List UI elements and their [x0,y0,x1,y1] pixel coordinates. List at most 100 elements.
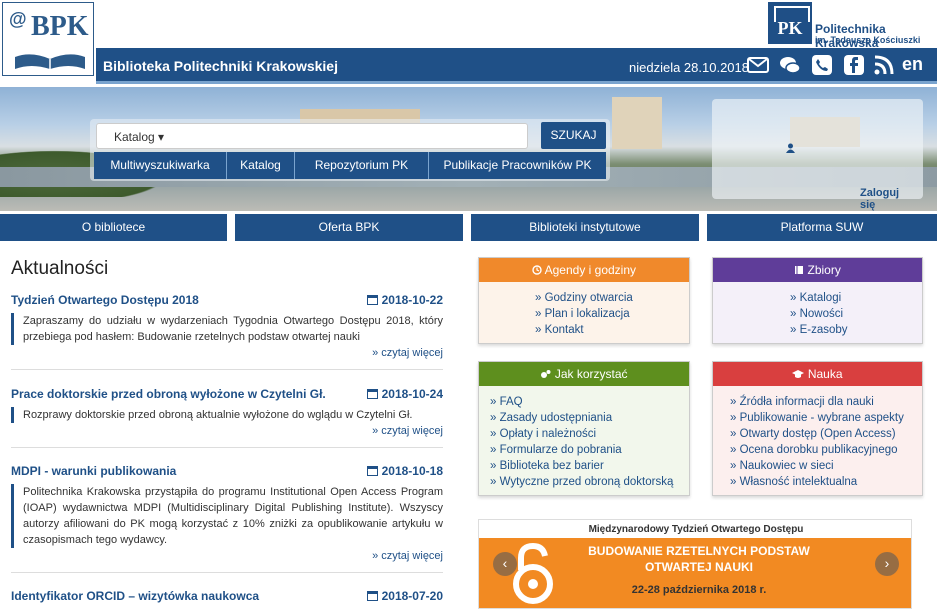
facebook-icon[interactable] [842,53,866,77]
panel-link[interactable]: » Nowości [790,306,922,322]
chat-icon[interactable] [778,53,802,77]
panel-link[interactable]: » Publikowanie - wybrane aspekty [730,410,922,426]
panel-link[interactable]: » Opłaty i należności [490,426,689,442]
read-more-link[interactable]: » czytaj więcej [372,425,443,437]
panel-link[interactable]: » Źródła informacji dla nauki [730,394,922,410]
panel-zbiory-title: Zbiory [807,263,841,277]
panel-nauka-title: Nauka [807,367,843,381]
news-date-value: 2018-10-24 [381,387,443,401]
pk-subtitle: im. Tadeusza Kościuszki [815,35,921,45]
news-date: 2018-10-18 [367,464,443,478]
news-date-value: 2018-10-22 [381,293,443,307]
logo-at: @ [9,9,27,29]
pk-logo[interactable]: PK [768,2,812,44]
tab-multiwyszukiwarka[interactable]: Multiwyszukiwarka [94,152,227,179]
user-icon [786,143,795,153]
hero-panorama: Katalog ▾ SZUKAJ Multiwyszukiwarka Katal… [0,87,937,211]
news-date: 2018-07-20 [367,589,443,603]
panel-link[interactable]: » Wytyczne przed obroną doktorską [490,474,689,490]
carousel-next-button[interactable]: › [875,552,899,576]
news-body: Rozprawy doktorskie przed obroną aktualn… [11,407,443,423]
news-title[interactable]: MDPI - warunki publikowania [11,464,176,478]
language-switch-en[interactable]: en [902,54,923,75]
search-button[interactable]: SZUKAJ [541,122,606,149]
search-scope-select[interactable]: Katalog ▾ [114,130,164,144]
cogs-icon [541,370,551,378]
news-body: Politechnika Krakowska przystąpiła do pr… [11,484,443,548]
book-icon [795,266,804,274]
nav-oferta[interactable]: Oferta BPK [235,214,463,241]
panel-link[interactable]: » Kontakt [535,322,689,338]
title-bar: Biblioteka Politechniki Krakowskiej nied… [96,48,937,84]
tab-repozytorium[interactable]: Repozytorium PK [295,152,429,179]
news-item: Tydzień Otwartego Dostępu 2018 2018-10-2… [11,293,443,373]
panel-link[interactable]: » Naukowiec w sieci [730,458,922,474]
tab-publikacje[interactable]: Publikacje Pracowników PK [429,152,606,179]
panel-link[interactable]: » Godziny otwarcia [535,290,689,306]
news-body: Zapraszamy do udziału w wydarzeniach Tyg… [11,313,443,345]
panel-link[interactable]: » Formularze do pobrania [490,442,689,458]
graduation-cap-icon [792,370,805,378]
news-date: 2018-10-24 [367,387,443,401]
panel-link[interactable]: » FAQ [490,394,689,410]
news-date-value: 2018-07-20 [381,589,443,603]
panel-jak-header: Jak korzystać [479,362,689,386]
panel-link[interactable]: » Własność intelektualna [730,474,922,490]
news-title[interactable]: Identyfikator ORCID – wizytówka naukowca [11,589,259,603]
news-date-value: 2018-10-18 [381,464,443,478]
panel-nauka-header: Nauka [713,362,922,386]
panel-link[interactable]: » E-zasoby [790,322,922,338]
open-access-lock-icon [513,542,553,604]
news-title[interactable]: Prace doktorskie przed obroną wyłożone w… [11,387,326,401]
header: @ BPK PK Politechnika Krakowska im. Tade… [0,0,937,84]
panel-link[interactable]: » Katalogi [790,290,922,306]
search-input[interactable]: Katalog ▾ [96,123,528,149]
calendar-icon [367,295,379,305]
panel-link[interactable]: » Otwarty dostęp (Open Access) [730,426,922,442]
clock-icon [532,265,542,275]
panel-nauka: Nauka » Źródła informacji dla nauki » Pu… [712,361,923,496]
divider [11,369,443,370]
nav-biblioteki[interactable]: Biblioteki instytutowe [471,214,699,241]
panel-zbiory: Zbiory » Katalogi » Nowości » E-zasoby [712,257,923,344]
open-book-icon [15,54,85,69]
divider [11,447,443,448]
nav-platforma-suw[interactable]: Platforma SUW [707,214,937,241]
banner-dates: 22-28 października 2018 r. [631,584,767,596]
logo-text: BPK [31,11,89,42]
carousel-prev-button[interactable]: ‹ [493,552,517,576]
main-nav: O bibliotece Oferta BPK Biblioteki insty… [0,214,937,242]
panel-link[interactable]: » Plan i lokalizacja [535,306,689,322]
news-heading: Aktualności [11,258,109,279]
read-more-link[interactable]: » czytaj więcej [372,550,443,562]
news-date: 2018-10-22 [367,293,443,307]
news-item: Prace doktorskie przed obroną wyłożone w… [11,387,443,452]
panel-link[interactable]: » Zasady udostępniania [490,410,689,426]
open-access-week-banner[interactable]: Międzynarodowy Tydzień Otwartego Dostępu… [478,519,912,609]
site-title[interactable]: Biblioteka Politechniki Krakowskiej [103,58,338,74]
phone-icon[interactable] [810,53,834,77]
nav-o-bibliotece[interactable]: O bibliotece [0,214,227,241]
mail-icon[interactable] [746,53,770,77]
calendar-icon [367,466,379,476]
panel-jak-title: Jak korzystać [554,367,628,381]
tab-katalog[interactable]: Katalog [227,152,295,179]
bpk-logo[interactable]: @ BPK [2,2,94,76]
login-panel: Zaloguj się [712,99,923,211]
panel-link[interactable]: » Ocena dorobku publikacyjnego [730,442,922,458]
news-item: Identyfikator ORCID – wizytówka naukowca… [11,589,443,615]
banner-top-text: Międzynarodowy Tydzień Otwartego Dostępu [479,520,911,538]
read-more-link[interactable]: » czytaj więcej [372,347,443,359]
calendar-icon [367,591,379,601]
rss-icon[interactable] [872,53,896,77]
news-item: MDPI - warunki publikowania 2018-10-18 P… [11,464,443,579]
panel-link[interactable]: » Biblioteka bez barier [490,458,689,474]
news-title[interactable]: Tydzień Otwartego Dostępu 2018 [11,293,199,307]
divider [11,572,443,573]
login-label: Zaloguj się [860,187,900,211]
login-link[interactable]: Zaloguj się [786,143,899,211]
calendar-icon [367,389,379,399]
current-date: niedziela 28.10.2018 [629,60,749,75]
church-building [612,97,662,149]
panel-agendy-header: Agendy i godziny [479,258,689,282]
